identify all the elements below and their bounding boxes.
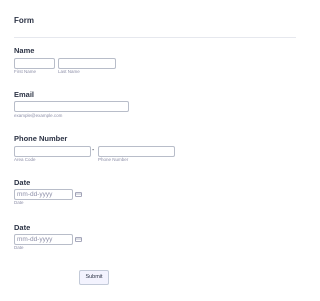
title-divider [14,37,296,38]
date-label: Date [14,178,31,187]
first-name-input[interactable] [14,58,55,69]
form-title: Form [14,16,34,25]
calendar-icon[interactable] [75,237,82,242]
calendar-icon[interactable] [75,192,82,197]
last-name-input[interactable] [58,58,116,69]
date-label-2: Date [14,223,31,232]
area-code-sublabel: Area Code [14,157,36,162]
last-name-sublabel: Last Name [58,69,80,74]
date-input-2[interactable]: mm-dd-yyyy [14,234,73,245]
form-page: Form Name First Name Last Name Email exa… [0,0,310,301]
date-sublabel-2: Date [14,245,24,250]
email-sublabel: example@example.com [14,113,63,118]
email-input[interactable] [14,101,129,112]
date-input[interactable]: mm-dd-yyyy [14,189,73,200]
phone-number-sublabel: Phone Number [98,157,129,162]
phone-separator: - [92,147,95,154]
first-name-sublabel: First Name [14,69,37,74]
date-sublabel: Date [14,200,24,205]
area-code-input[interactable] [14,146,91,157]
phone-label: Phone Number [14,134,68,143]
name-label: Name [14,46,35,55]
email-label: Email [14,90,35,99]
phone-number-input[interactable] [98,146,175,157]
submit-button[interactable]: Submit [79,270,109,285]
